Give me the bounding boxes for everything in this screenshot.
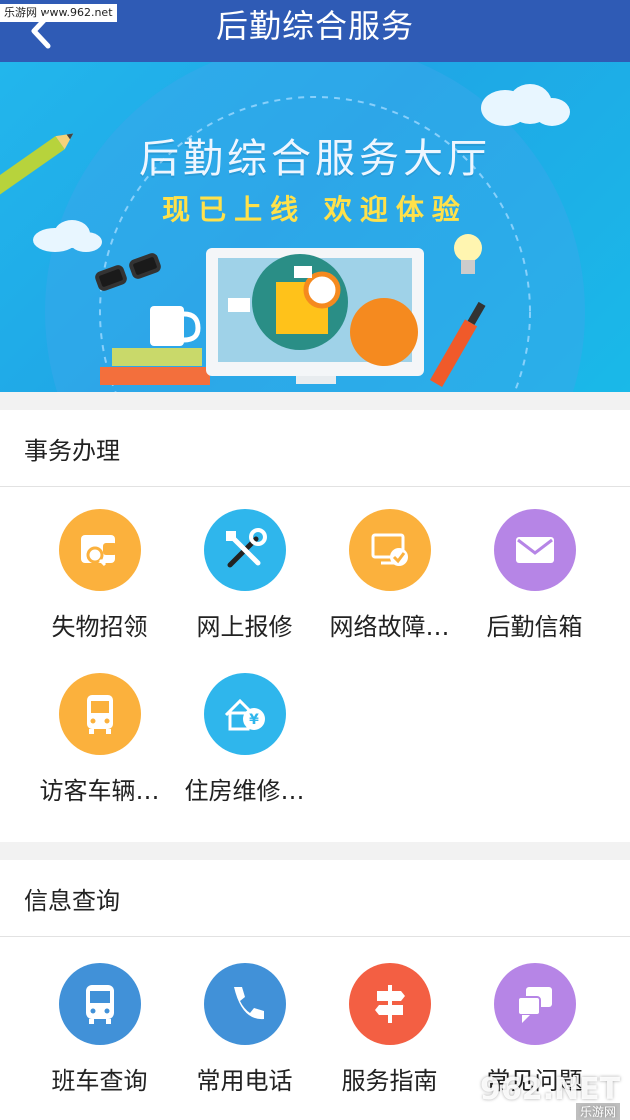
logistics-mailbox-tile[interactable]: 后勤信箱 — [462, 509, 607, 649]
tile-label: 网络故障… — [329, 613, 450, 641]
visitor-vehicle-tile[interactable]: 访客车辆… — [27, 673, 172, 813]
tile-label: 失物招领 — [51, 613, 148, 641]
signpost-icon — [349, 963, 431, 1045]
app-header: 乐游网 www.962.net 后勤综合服务 — [0, 0, 630, 62]
tile-label: 服务指南 — [341, 1067, 438, 1095]
svg-text:¥: ¥ — [249, 712, 259, 728]
shuttle-query-tile[interactable]: 班车查询 — [27, 963, 172, 1103]
section-affairs: 事务办理 失物招领 网上报修 网络故障… 后勤信箱 访客车辆… ¥ 住房维修… — [0, 410, 630, 842]
phone-icon — [204, 963, 286, 1045]
mail-icon — [494, 509, 576, 591]
banner-subtitle: 现已上线 欢迎体验 — [162, 193, 468, 226]
network-fault-tile[interactable]: 网络故障… — [317, 509, 462, 649]
wallet-search-icon — [59, 509, 141, 591]
watermark-text: 乐游网 — [575, 1103, 620, 1120]
tile-label: 住房维修… — [184, 777, 305, 805]
service-guide-tile[interactable]: 服务指南 — [317, 963, 462, 1103]
service-grid: 失物招领 网上报修 网络故障… 后勤信箱 访客车辆… ¥ 住房维修… — [0, 487, 630, 842]
tile-label: 常用电话 — [196, 1067, 293, 1095]
monitor-check-icon — [349, 509, 431, 591]
housing-repair-tile[interactable]: ¥ 住房维修… — [172, 673, 317, 813]
watermark-logo: 962.NET 乐游网 — [480, 1072, 621, 1120]
tile-label: 班车查询 — [51, 1067, 148, 1095]
tile-label: 后勤信箱 — [486, 613, 583, 641]
section-title: 事务办理 — [0, 410, 630, 487]
tile-label: 访客车辆… — [39, 777, 160, 805]
banner-title: 后勤综合服务大厅 — [139, 136, 491, 182]
bus-icon — [59, 963, 141, 1045]
online-repair-tile[interactable]: 网上报修 — [172, 509, 317, 649]
section-title: 信息查询 — [0, 860, 630, 937]
tools-icon — [204, 509, 286, 591]
page-title: 后勤综合服务 — [215, 7, 414, 45]
common-phone-tile[interactable]: 常用电话 — [172, 963, 317, 1103]
bus-icon — [59, 673, 141, 755]
chat-icon — [494, 963, 576, 1045]
house-yen-icon: ¥ — [204, 673, 286, 755]
watermark-logo-text: 962.NET — [480, 1072, 621, 1107]
tile-label: 网上报修 — [196, 613, 293, 641]
promo-banner[interactable]: 后勤综合服务大厅 现已上线 欢迎体验 — [0, 62, 630, 392]
lost-and-found-tile[interactable]: 失物招领 — [27, 509, 172, 649]
